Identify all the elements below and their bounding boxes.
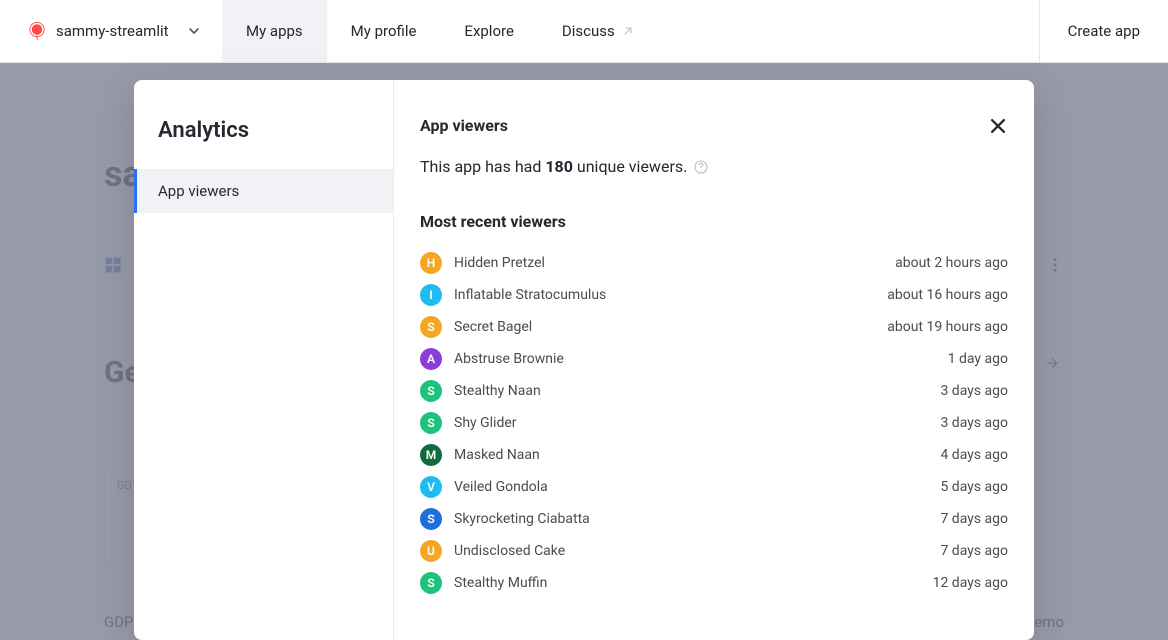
- viewer-name: Stealthy Muffin: [454, 575, 547, 591]
- viewer-name: Hidden Pretzel: [454, 255, 545, 271]
- viewer-row: S Secret Bagel about 19 hours ago: [420, 311, 1008, 343]
- viewer-list: H Hidden Pretzel about 2 hours ago I Inflata…: [420, 247, 1008, 599]
- create-app-label: Create app: [1068, 22, 1140, 40]
- viewer-avatar: H: [420, 252, 442, 274]
- help-icon[interactable]: [693, 159, 709, 175]
- analytics-modal: Analytics App viewers App viewers This a…: [134, 80, 1034, 640]
- viewer-time: about 2 hours ago: [895, 255, 1008, 271]
- sidebar-item-label: App viewers: [158, 182, 239, 200]
- tab-discuss[interactable]: Discuss: [538, 0, 659, 62]
- viewer-avatar: S: [420, 508, 442, 530]
- viewer-name: Masked Naan: [454, 447, 540, 463]
- viewer-avatar: I: [420, 284, 442, 306]
- viewer-avatar: S: [420, 572, 442, 594]
- tab-label: Explore: [464, 22, 514, 40]
- viewer-row: H Hidden Pretzel about 2 hours ago: [420, 247, 1008, 279]
- viewer-time: 4 days ago: [940, 447, 1008, 463]
- subtitle-post: unique viewers.: [573, 157, 687, 176]
- viewer-row: U Undisclosed Cake 7 days ago: [420, 535, 1008, 567]
- viewer-avatar: V: [420, 476, 442, 498]
- viewer-avatar: U: [420, 540, 442, 562]
- nav-tabs: My apps My profile Explore Discuss: [222, 0, 659, 62]
- viewer-avatar: M: [420, 444, 442, 466]
- viewer-row: S Shy Glider 3 days ago: [420, 407, 1008, 439]
- viewer-avatar: A: [420, 348, 442, 370]
- unique-viewer-count: 180: [545, 157, 573, 176]
- viewer-time: 1 day ago: [948, 351, 1008, 367]
- viewer-time: about 16 hours ago: [887, 287, 1008, 303]
- tab-explore[interactable]: Explore: [440, 0, 538, 62]
- viewer-avatar: S: [420, 412, 442, 434]
- viewer-avatar: S: [420, 316, 442, 338]
- balloon-icon: [28, 22, 46, 40]
- viewer-row: M Masked Naan 4 days ago: [420, 439, 1008, 471]
- tab-my-profile[interactable]: My profile: [327, 0, 441, 62]
- viewer-name: Abstruse Brownie: [454, 351, 564, 367]
- sidebar-item-app-viewers[interactable]: App viewers: [134, 169, 393, 213]
- subtitle-pre: This app has had: [420, 157, 545, 176]
- viewer-row: A Abstruse Brownie 1 day ago: [420, 343, 1008, 375]
- viewer-name: Inflatable Stratocumulus: [454, 287, 606, 303]
- viewer-name: Shy Glider: [454, 415, 517, 431]
- tab-label: My apps: [246, 22, 303, 40]
- modal-title: App viewers: [420, 116, 1008, 135]
- tab-my-apps[interactable]: My apps: [222, 0, 327, 62]
- viewer-time: 12 days ago: [933, 575, 1008, 591]
- viewer-name: Stealthy Naan: [454, 383, 541, 399]
- close-icon[interactable]: [988, 116, 1008, 136]
- modal-sidebar-title: Analytics: [134, 80, 393, 169]
- viewer-time: 3 days ago: [940, 415, 1008, 431]
- tab-label: Discuss: [562, 22, 615, 40]
- workspace-selector[interactable]: sammy-streamlit: [0, 0, 222, 62]
- create-app-button[interactable]: Create app: [1039, 0, 1168, 62]
- workspace-name: sammy-streamlit: [56, 22, 176, 40]
- modal-subtitle: This app has had 180 unique viewers.: [420, 157, 1008, 176]
- viewer-time: 7 days ago: [940, 511, 1008, 527]
- viewer-avatar: S: [420, 380, 442, 402]
- top-nav: sammy-streamlit My apps My profile Explo…: [0, 0, 1168, 63]
- viewer-time: 3 days ago: [940, 383, 1008, 399]
- tab-label: My profile: [351, 22, 417, 40]
- modal-content: App viewers This app has had 180 unique …: [394, 80, 1034, 640]
- viewer-name: Undisclosed Cake: [454, 543, 565, 559]
- viewer-time: 7 days ago: [940, 543, 1008, 559]
- modal-sidebar: Analytics App viewers: [134, 80, 394, 640]
- viewer-row: S Skyrocketing Ciabatta 7 days ago: [420, 503, 1008, 535]
- most-recent-heading: Most recent viewers: [420, 212, 1008, 231]
- viewer-name: Veiled Gondola: [454, 479, 548, 495]
- viewer-name: Skyrocketing Ciabatta: [454, 511, 590, 527]
- viewer-time: about 19 hours ago: [887, 319, 1008, 335]
- viewer-row: S Stealthy Naan 3 days ago: [420, 375, 1008, 407]
- viewer-row: I Inflatable Stratocumulus about 16 hours …: [420, 279, 1008, 311]
- viewer-name: Secret Bagel: [454, 319, 532, 335]
- external-link-icon: [621, 24, 635, 38]
- viewer-row: V Veiled Gondola 5 days ago: [420, 471, 1008, 503]
- viewer-time: 5 days ago: [940, 479, 1008, 495]
- chevron-down-icon: [186, 23, 202, 39]
- viewer-row: S Stealthy Muffin 12 days ago: [420, 567, 1008, 599]
